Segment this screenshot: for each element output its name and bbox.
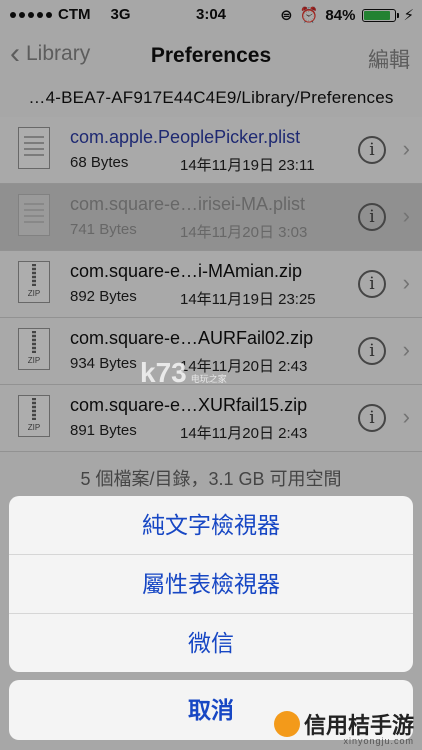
watermark-k73: k73 电玩之家 bbox=[140, 357, 227, 388]
orange-logo-icon bbox=[273, 711, 300, 737]
watermark-site: 信用桔手游 xinyongju.com bbox=[273, 708, 414, 746]
wechat-option[interactable]: 微信 bbox=[9, 614, 413, 672]
action-sheet: 純文字檢視器 屬性表檢視器 微信 bbox=[9, 496, 413, 672]
property-list-viewer-option[interactable]: 屬性表檢視器 bbox=[9, 555, 413, 614]
plain-text-viewer-option[interactable]: 純文字檢視器 bbox=[9, 496, 413, 555]
